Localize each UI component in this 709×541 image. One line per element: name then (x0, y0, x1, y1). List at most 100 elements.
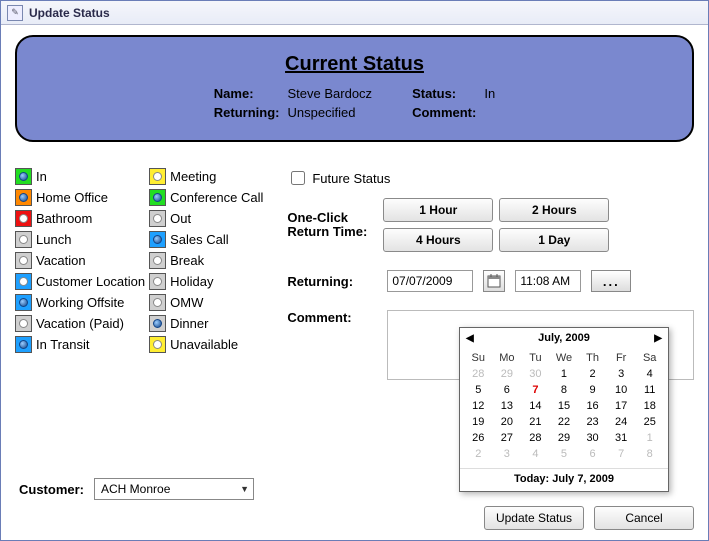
status-radio-conference-call[interactable]: Conference Call (149, 189, 263, 206)
status-radio-meeting[interactable]: Meeting (149, 168, 263, 185)
calendar-prev-button[interactable]: ◀ (466, 333, 474, 344)
radio-dot-icon (153, 340, 162, 349)
status-radio-sales-call[interactable]: Sales Call (149, 231, 263, 248)
calendar-day[interactable]: 5 (464, 382, 493, 398)
current-status-heading: Current Status (37, 53, 672, 76)
calendar-day: 2 (464, 446, 493, 462)
status-radio-omw[interactable]: OMW (149, 294, 263, 311)
status-label-text: Customer Location (36, 274, 145, 289)
status-radio-dinner[interactable]: Dinner (149, 315, 263, 332)
calendar-today-label[interactable]: Today: July 7, 2009 (460, 468, 668, 491)
titlebar: ✎ Update Status (1, 1, 708, 25)
calendar-day[interactable]: 24 (607, 414, 636, 430)
one-click-1-day-button[interactable]: 1 Day (499, 228, 609, 252)
calendar-day[interactable]: 27 (493, 430, 522, 446)
calendar-day[interactable]: 4 (635, 366, 664, 382)
calendar-day[interactable]: 18 (635, 398, 664, 414)
calendar-day[interactable]: 23 (578, 414, 607, 430)
status-radio-bathroom[interactable]: Bathroom (15, 210, 145, 227)
calendar-day[interactable]: 26 (464, 430, 493, 446)
status-radio-in-transit[interactable]: In Transit (15, 336, 145, 353)
status-label-text: Lunch (36, 232, 71, 247)
status-radio-break[interactable]: Break (149, 252, 263, 269)
future-status-checkbox[interactable]: Future Status (287, 168, 694, 188)
calendar-day[interactable]: 13 (493, 398, 522, 414)
customer-select[interactable]: ACH Monroe ▼ (94, 478, 254, 500)
returning-time-input[interactable]: 11:08 AM (515, 270, 581, 292)
calendar-day[interactable]: 1 (550, 366, 579, 382)
one-click-4-hours-button[interactable]: 4 Hours (383, 228, 493, 252)
calendar-button[interactable] (483, 270, 505, 292)
one-click-1-hour-button[interactable]: 1 Hour (383, 198, 493, 222)
status-radio-working-offsite[interactable]: Working Offsite (15, 294, 145, 311)
calendar-day[interactable]: 29 (550, 430, 579, 446)
status-label-text: Break (170, 253, 204, 268)
calendar-day[interactable]: 16 (578, 398, 607, 414)
status-label-text: Out (170, 211, 191, 226)
one-click-label: One-ClickReturn Time: (287, 211, 367, 240)
calendar-day[interactable]: 19 (464, 414, 493, 430)
calendar-day[interactable]: 30 (578, 430, 607, 446)
status-swatch (15, 231, 32, 248)
future-status-input[interactable] (291, 171, 305, 185)
status-radio-customer-location[interactable]: Customer Location (15, 273, 145, 290)
window-icon: ✎ (7, 5, 23, 21)
calendar-dow: Fr (607, 350, 636, 366)
returning-more-button[interactable]: ... (591, 270, 631, 292)
calendar-day[interactable]: 17 (607, 398, 636, 414)
calendar-day[interactable]: 14 (521, 398, 550, 414)
calendar-day[interactable]: 12 (464, 398, 493, 414)
calendar-day[interactable]: 31 (607, 430, 636, 446)
calendar-day[interactable]: 28 (521, 430, 550, 446)
returning-date-input[interactable]: 07/07/2009 (387, 270, 473, 292)
calendar-day: 4 (521, 446, 550, 462)
calendar-day[interactable]: 11 (635, 382, 664, 398)
one-click-2-hours-button[interactable]: 2 Hours (499, 198, 609, 222)
calendar-day[interactable]: 9 (578, 382, 607, 398)
calendar-day[interactable]: 7 (521, 382, 550, 398)
calendar-day[interactable]: 21 (521, 414, 550, 430)
future-status-label: Future Status (312, 171, 390, 186)
status-radio-holiday[interactable]: Holiday (149, 273, 263, 290)
status-swatch (15, 294, 32, 311)
calendar-day[interactable]: 20 (493, 414, 522, 430)
update-status-window: ✎ Update Status Current Status Name: Ste… (0, 0, 709, 541)
radio-dot-icon (153, 277, 162, 286)
radio-dot-icon (153, 235, 162, 244)
status-radio-vacation-paid-[interactable]: Vacation (Paid) (15, 315, 145, 332)
calendar-icon (487, 274, 501, 288)
calendar-next-button[interactable]: ▶ (654, 333, 662, 344)
status-radio-out[interactable]: Out (149, 210, 263, 227)
calendar-day[interactable]: 22 (550, 414, 579, 430)
cancel-button[interactable]: Cancel (594, 506, 694, 530)
status-radio-unavailable[interactable]: Unavailable (149, 336, 263, 353)
calendar-day[interactable]: 2 (578, 366, 607, 382)
status-radio-home-office[interactable]: Home Office (15, 189, 145, 206)
calendar-day[interactable]: 15 (550, 398, 579, 414)
radio-dot-icon (19, 256, 28, 265)
status-swatch (15, 210, 32, 227)
status-radio-lunch[interactable]: Lunch (15, 231, 145, 248)
calendar-day: 1 (635, 430, 664, 446)
status-label-text: Unavailable (170, 337, 238, 352)
calendar-day: 30 (521, 366, 550, 382)
customer-label: Customer: (19, 482, 84, 497)
radio-dot-icon (19, 298, 28, 307)
calendar-day[interactable]: 8 (550, 382, 579, 398)
calendar-day[interactable]: 25 (635, 414, 664, 430)
radio-dot-icon (19, 214, 28, 223)
status-options: In Home Office Bathroom Lunch Vacation Custom… (15, 168, 263, 380)
status-radio-vacation[interactable]: Vacation (15, 252, 145, 269)
name-label: Name: (214, 86, 280, 101)
status-label-text: Meeting (170, 169, 216, 184)
status-swatch (149, 189, 166, 206)
status-swatch (15, 273, 32, 290)
calendar-day[interactable]: 10 (607, 382, 636, 398)
radio-dot-icon (19, 277, 28, 286)
name-value: Steve Bardocz (288, 86, 373, 101)
update-status-button[interactable]: Update Status (484, 506, 584, 530)
status-radio-in[interactable]: In (15, 168, 145, 185)
calendar-day[interactable]: 6 (493, 382, 522, 398)
calendar-day[interactable]: 3 (607, 366, 636, 382)
status-label-text: Working Offsite (36, 295, 124, 310)
